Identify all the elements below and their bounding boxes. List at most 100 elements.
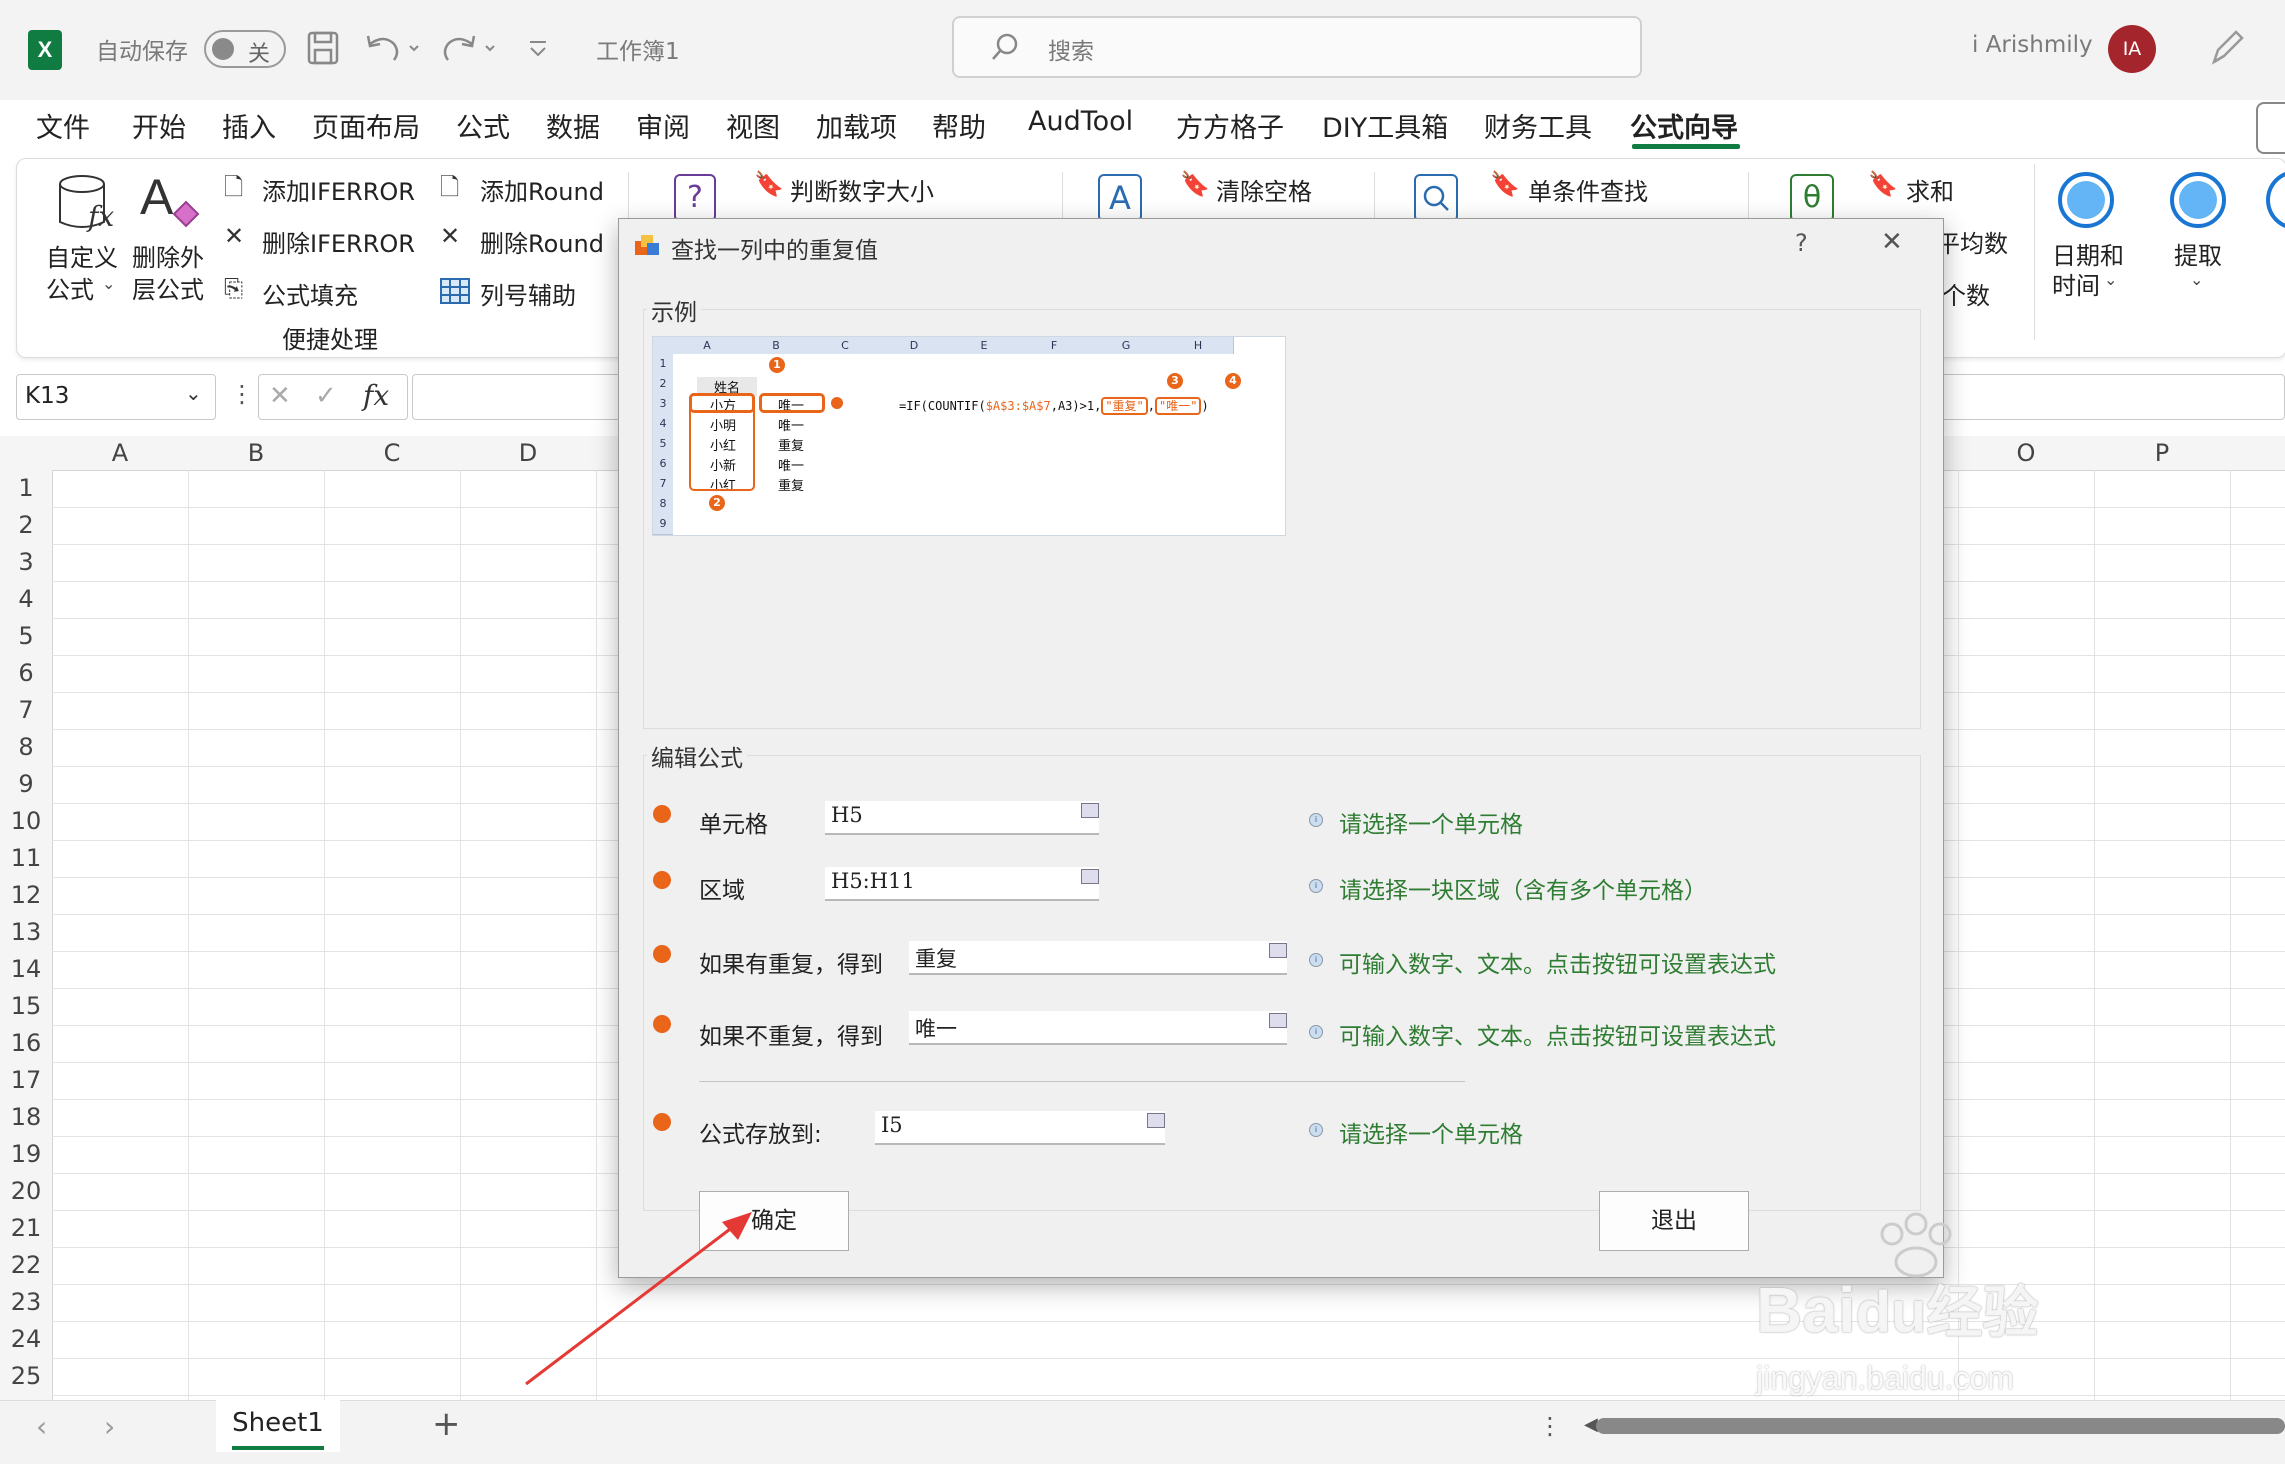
tab-view[interactable]: 视图 [726, 106, 780, 145]
col-helper-button[interactable]: 列号辅助 [480, 276, 576, 311]
row-header[interactable]: 10 [0, 807, 52, 835]
add-sheet-button[interactable]: + [432, 1404, 461, 1444]
row-header[interactable]: 24 [0, 1325, 52, 1353]
row-header[interactable]: 13 [0, 918, 52, 946]
row-header[interactable]: 12 [0, 881, 52, 909]
column-header[interactable]: A [52, 436, 188, 470]
undo-icon[interactable] [364, 30, 424, 66]
row-header[interactable]: 20 [0, 1177, 52, 1205]
clear-space-button[interactable]: 清除空格 [1216, 172, 1312, 207]
tab-file[interactable]: 文件 [36, 106, 90, 145]
more-options-icon[interactable]: ⋮ [1538, 1412, 1562, 1440]
custom-formula-label-2[interactable]: 公式 [46, 270, 94, 305]
range-picker-icon[interactable] [1081, 869, 1099, 884]
tab-audtool[interactable]: AudTool [1028, 106, 1133, 137]
tab-home[interactable]: 开始 [132, 106, 186, 145]
row-header[interactable]: 8 [0, 733, 52, 761]
range-input[interactable]: H5:H11 [825, 867, 1099, 901]
search-box[interactable]: 搜索 [952, 16, 1642, 78]
range-picker-icon[interactable] [1147, 1113, 1165, 1128]
row-header[interactable]: 22 [0, 1251, 52, 1279]
chevron-down-icon[interactable]: ⌄ [2104, 270, 2117, 289]
count-button[interactable]: 个数 [1942, 276, 1990, 311]
row-header[interactable]: 18 [0, 1103, 52, 1131]
tab-addins[interactable]: 加载项 [816, 106, 897, 145]
insert-function-icon[interactable]: fx [363, 379, 389, 412]
tab-data[interactable]: 数据 [546, 106, 600, 145]
row-header[interactable]: 21 [0, 1214, 52, 1242]
row-header[interactable]: 5 [0, 622, 52, 650]
row-header[interactable]: 14 [0, 955, 52, 983]
cancel-icon[interactable]: ✕ [269, 381, 291, 411]
column-header[interactable]: C [324, 436, 460, 470]
row-header[interactable]: 9 [0, 770, 52, 798]
tab-diy-toolbox[interactable]: DIY工具箱 [1322, 106, 1448, 145]
single-lookup-button[interactable]: 单条件查找 [1528, 172, 1648, 207]
select-all-corner[interactable] [0, 436, 52, 470]
name-box[interactable]: K13 ⌄ [16, 374, 216, 420]
average-button[interactable]: 平均数 [1936, 224, 2008, 259]
add-iferror-button[interactable]: 添加IFERROR [262, 172, 415, 207]
row-header[interactable]: 15 [0, 992, 52, 1020]
confirm-check-icon[interactable]: ✓ [315, 381, 337, 411]
sum-button[interactable]: 求和 [1906, 172, 1954, 207]
row-header[interactable]: 11 [0, 844, 52, 872]
scroll-left-icon[interactable]: ‹ [36, 1410, 47, 1443]
custom-formula-label[interactable]: 自定义 [46, 238, 118, 273]
row-header[interactable]: 6 [0, 659, 52, 687]
column-header[interactable]: O [1958, 436, 2094, 470]
tab-review[interactable]: 审阅 [636, 106, 690, 145]
uniq-input[interactable]: 唯一 [909, 1011, 1287, 1045]
autosave-toggle[interactable]: 关 [204, 30, 286, 68]
expression-button-icon[interactable] [1269, 943, 1287, 958]
sheet-tab[interactable]: Sheet1 [216, 1400, 340, 1452]
tab-help[interactable]: 帮助 [932, 106, 986, 145]
row-header[interactable]: 7 [0, 696, 52, 724]
comments-icon[interactable] [2256, 102, 2285, 154]
del-round-button[interactable]: 删除Round [480, 224, 604, 259]
row-header[interactable]: 25 [0, 1362, 52, 1390]
exit-button[interactable]: 退出 [1599, 1191, 1749, 1251]
tab-finance-tools[interactable]: 财务工具 [1484, 106, 1592, 145]
range-picker-icon[interactable] [1081, 803, 1099, 818]
tab-fangfang[interactable]: 方方格子 [1176, 106, 1284, 145]
row-header[interactable]: 2 [0, 511, 52, 539]
tab-insert[interactable]: 插入 [222, 106, 276, 145]
remove-outer-label[interactable]: 删除外 [132, 238, 204, 273]
horizontal-scrollbar[interactable] [1596, 1418, 2285, 1434]
target-input[interactable]: I5 [875, 1111, 1165, 1145]
judge-number-button[interactable]: 判断数字大小 [790, 172, 934, 207]
add-round-button[interactable]: 添加Round [480, 172, 604, 207]
chevron-down-icon[interactable]: ⌄ [2190, 270, 2203, 289]
row-header[interactable]: 19 [0, 1140, 52, 1168]
more-options-icon[interactable]: ⋮ [230, 380, 254, 408]
redo-icon[interactable] [442, 30, 502, 66]
close-button[interactable]: ✕ [1881, 227, 1903, 257]
pen-icon[interactable] [2208, 28, 2246, 68]
tab-formula-wizard[interactable]: 公式向导 [1630, 106, 1738, 145]
del-iferror-button[interactable]: 删除IFERROR [262, 224, 415, 259]
column-header[interactable]: P [2094, 436, 2230, 470]
cell-input[interactable]: H5 [825, 801, 1099, 835]
row-header[interactable]: 23 [0, 1288, 52, 1316]
date-time-label-2[interactable]: 时间 [2052, 266, 2100, 301]
row-header[interactable]: 17 [0, 1066, 52, 1094]
expression-button-icon[interactable] [1269, 1013, 1287, 1028]
formula-fill-button[interactable]: 公式填充 [262, 276, 358, 311]
row-header[interactable]: 1 [0, 474, 52, 502]
column-header[interactable]: B [188, 436, 324, 470]
customize-qat-icon[interactable] [526, 34, 550, 62]
tab-page-layout[interactable]: 页面布局 [312, 106, 420, 145]
save-icon[interactable] [306, 30, 340, 66]
extract-label[interactable]: 提取 [2174, 236, 2222, 271]
row-header[interactable]: 3 [0, 548, 52, 576]
row-header[interactable]: 16 [0, 1029, 52, 1057]
tab-formulas[interactable]: 公式 [456, 106, 510, 145]
dup-input[interactable]: 重复 [909, 941, 1287, 975]
column-header[interactable]: D [460, 436, 596, 470]
chevron-down-icon[interactable]: ⌄ [102, 274, 115, 293]
scroll-right-icon[interactable]: › [104, 1410, 115, 1443]
avatar[interactable]: IA [2108, 25, 2156, 73]
chevron-down-icon[interactable]: ⌄ [185, 381, 202, 405]
help-button[interactable]: ? [1795, 229, 1808, 257]
